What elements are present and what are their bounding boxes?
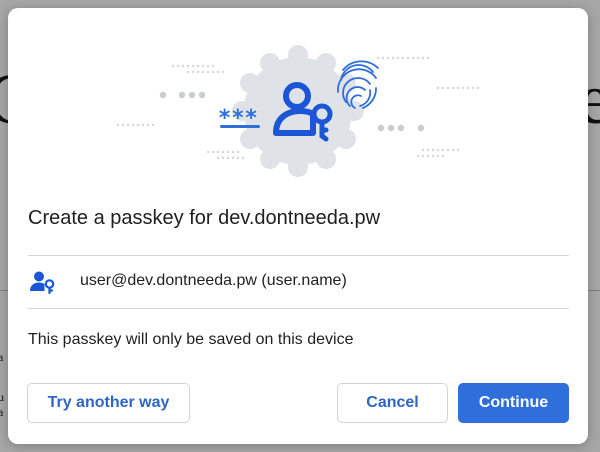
account-label: user@dev.dontneeda.pw (user.name) [80,272,347,289]
continue-button[interactable]: Continue [458,383,569,423]
cancel-button[interactable]: Cancel [337,383,448,423]
password-underline [220,125,260,128]
passkey-illustration: *** [116,45,480,177]
passkey-user-icon [30,271,55,294]
dialog-title: Create a passkey for dev.dontneeda.pw [28,207,381,229]
background-text-fragment: a [0,405,4,419]
info-text: This passkey will only be saved on this … [28,331,354,348]
background-text-fragment: u [0,390,4,404]
decorative-dots-right [377,124,425,132]
divider-bottom [28,308,569,309]
decorative-dots-left [159,91,206,99]
passkey-dialog: *** Create a passkey for dev.dontneeda.p… [8,8,588,444]
background-text-fragment: a [0,350,4,364]
try-another-way-button[interactable]: Try another way [27,383,190,423]
account-row: user@dev.dontneeda.pw (user.name) [28,256,569,308]
